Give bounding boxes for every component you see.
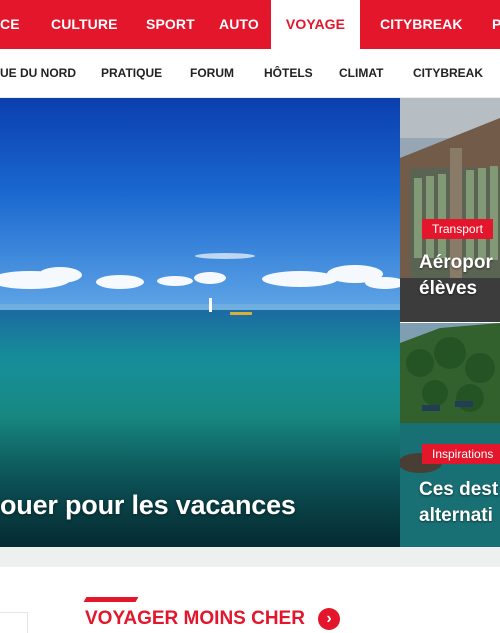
subnav-item-forum[interactable]: FORUM bbox=[190, 49, 234, 97]
subnav-item-climat[interactable]: CLIMAT bbox=[339, 49, 383, 97]
hero-image bbox=[0, 98, 400, 547]
card-title[interactable]: Aéropor élèves bbox=[419, 250, 493, 302]
section-title[interactable]: VOYAGER MOINS CHER bbox=[85, 608, 305, 630]
section-accent-bar bbox=[83, 597, 139, 602]
nav-item-voyage[interactable]: VOYAGE bbox=[271, 0, 360, 49]
side-article-inspirations[interactable]: Inspirations Ces dest alternati bbox=[400, 323, 500, 547]
nav-item-sport[interactable]: SPORT bbox=[146, 0, 195, 49]
hero-article[interactable] bbox=[0, 98, 400, 547]
subnav-item-citybreak[interactable]: CITYBREAK bbox=[413, 49, 483, 97]
hero-title[interactable]: ouer pour les vacances bbox=[0, 490, 296, 521]
subnav-item-hotels[interactable]: HÔTELS bbox=[264, 49, 313, 97]
nav-item-partial-left[interactable]: CE bbox=[0, 0, 20, 49]
card-title[interactable]: Ces dest alternati bbox=[419, 477, 498, 529]
category-badge[interactable]: Inspirations bbox=[422, 444, 500, 464]
main-navigation: CE CULTURE SPORT AUTO VOYAGE CITYBREAK P bbox=[0, 0, 500, 49]
chevron-right-icon[interactable]: › bbox=[318, 608, 340, 630]
nav-item-partial-right[interactable]: P bbox=[492, 0, 500, 49]
subnav-item-pratique[interactable]: PRATIQUE bbox=[101, 49, 162, 97]
subnav-item-partial[interactable]: UE DU NORD bbox=[0, 49, 76, 97]
nav-item-auto[interactable]: AUTO bbox=[219, 0, 259, 49]
side-widget-partial bbox=[0, 612, 28, 633]
nav-item-citybreak[interactable]: CITYBREAK bbox=[380, 0, 463, 49]
category-badge[interactable]: Transport bbox=[422, 219, 493, 239]
nav-item-culture[interactable]: CULTURE bbox=[51, 0, 118, 49]
sub-navigation: UE DU NORD PRATIQUE FORUM HÔTELS CLIMAT … bbox=[0, 49, 500, 98]
section-divider bbox=[0, 547, 500, 567]
side-article-transport[interactable]: Transport Aéropor élèves bbox=[400, 98, 500, 322]
